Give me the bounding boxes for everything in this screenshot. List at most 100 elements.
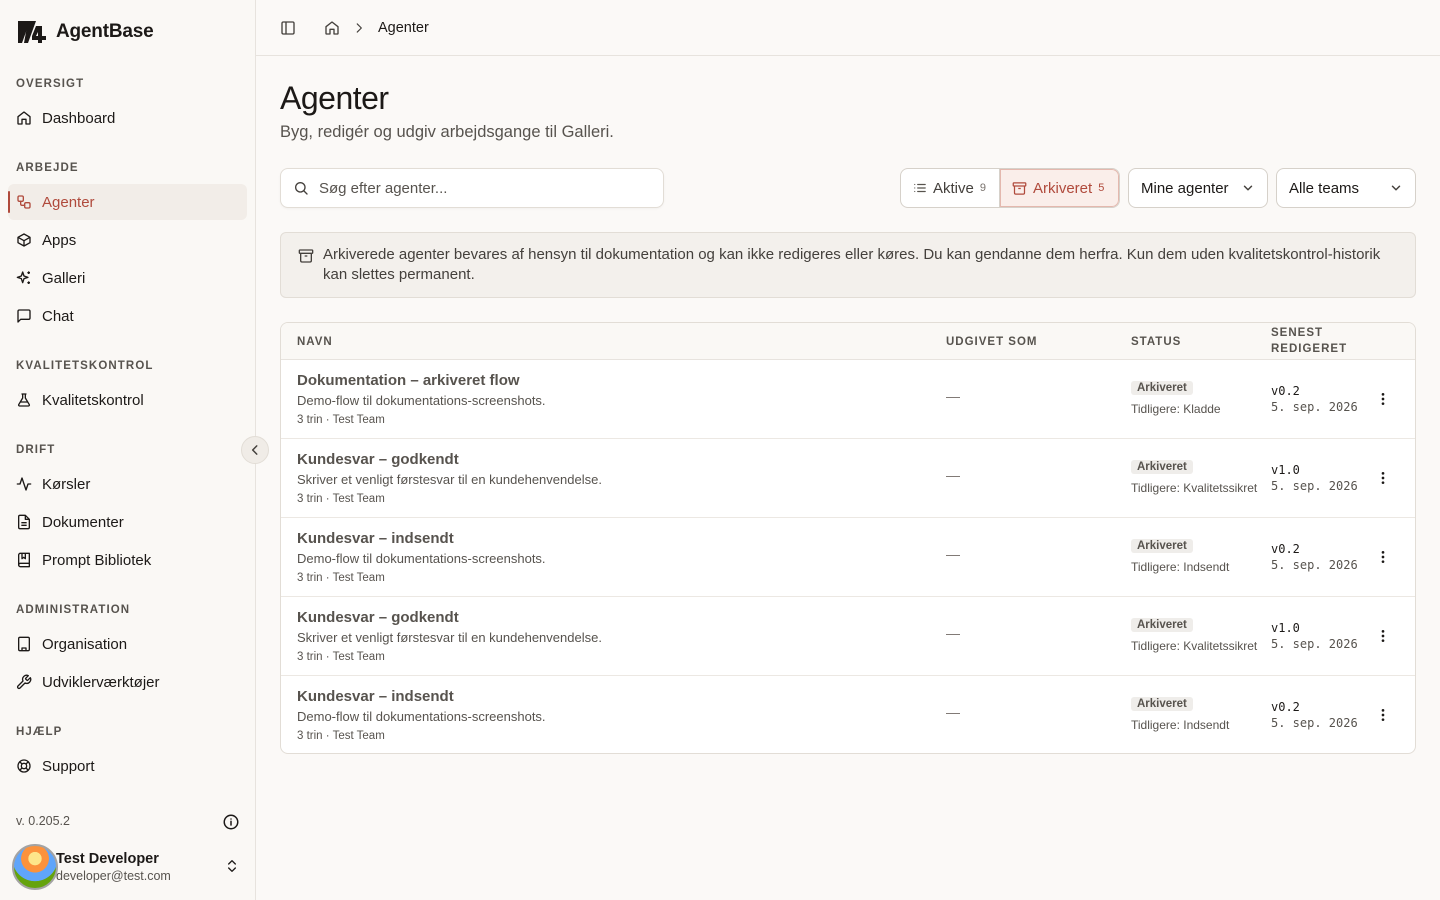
sidebar-item-label: Udviklerværktøjer <box>42 673 160 691</box>
sidebar-item-label: Prompt Bibliotek <box>42 551 152 569</box>
table-row[interactable]: Kundesvar – indsendt Demo-flow til dokum… <box>281 676 1415 753</box>
section-label-kvalitetskontrol: KVALITETSKONTROL <box>16 360 154 372</box>
table-row[interactable]: Kundesvar – godkendt Skriver et venligt … <box>281 439 1415 518</box>
agent-published-as: — <box>946 625 960 641</box>
agent-name[interactable]: Dokumentation – arkiveret flow <box>297 372 520 389</box>
sidebar-item-support[interactable]: Support <box>8 748 247 784</box>
sidebar-item-galleri[interactable]: Galleri <box>8 260 247 296</box>
sidebar-item-chat[interactable]: Chat <box>8 298 247 334</box>
agent-name[interactable]: Kundesvar – godkendt <box>297 451 459 468</box>
app-version: v. 0.205.2 <box>16 814 70 828</box>
filter-archived-count: 5 <box>1098 182 1105 194</box>
wrench-icon <box>16 674 32 690</box>
agent-version: v0.2 <box>1271 700 1300 714</box>
search-input[interactable] <box>319 179 639 197</box>
filter-active-button[interactable]: Aktive 9 <box>901 169 1000 207</box>
agentbase-logo-icon <box>18 21 46 43</box>
agents-table: NAVN UDGIVET SOM STATUS SENEST REDIGERET… <box>280 322 1416 754</box>
owner-select[interactable]: Mine agenter <box>1128 168 1268 208</box>
chevron-down-icon <box>1243 185 1253 191</box>
user-email: developer@test.com <box>56 869 171 883</box>
status-badge: Arkiveret <box>1131 381 1193 395</box>
agent-version: v1.0 <box>1271 463 1300 477</box>
sidebar-item-dashboard[interactable]: Dashboard <box>8 100 247 136</box>
brand[interactable]: AgentBase <box>16 18 154 46</box>
list-icon <box>914 183 926 193</box>
agent-edited-date: 5. sep. 2026 <box>1271 558 1358 572</box>
agent-edited-date: 5. sep. 2026 <box>1271 637 1358 651</box>
agent-edited-date: 5. sep. 2026 <box>1271 716 1358 730</box>
agent-edited-date: 5. sep. 2026 <box>1271 479 1358 493</box>
sparkles-icon <box>16 271 30 284</box>
collapse-sidebar-button[interactable] <box>241 436 269 464</box>
app-name: AgentBase <box>56 21 154 42</box>
workflow-icon <box>17 195 31 209</box>
agent-name[interactable]: Kundesvar – indsendt <box>297 688 454 705</box>
file-text-icon <box>18 514 30 530</box>
sidebar-item-apps[interactable]: Apps <box>8 222 247 258</box>
section-label-drift: DRIFT <box>16 444 56 456</box>
agent-name[interactable]: Kundesvar – godkendt <box>297 609 459 626</box>
section-label-administration: ADMINISTRATION <box>16 604 131 616</box>
agent-description: Demo-flow til dokumentations-screenshots… <box>297 393 546 408</box>
table-header: NAVN UDGIVET SOM STATUS SENEST REDIGERET <box>281 323 1415 360</box>
sidebar-item-korsler[interactable]: Kørsler <box>8 466 247 502</box>
more-vertical-icon[interactable] <box>1375 470 1391 486</box>
team-select-value: Alle teams <box>1289 179 1360 197</box>
agent-name[interactable]: Kundesvar – indsendt <box>297 530 454 547</box>
filter-active-count: 9 <box>979 182 986 194</box>
section-label-oversigt: OVERSIGT <box>16 78 85 90</box>
info-icon[interactable] <box>222 813 240 831</box>
sidebar: AgentBase OVERSIGT Dashboard ARBEJDE Age… <box>0 0 256 900</box>
sidebar-item-udviklervaerktojer[interactable]: Udviklerværktøjer <box>8 664 247 700</box>
chevrons-up-down-icon <box>228 860 236 872</box>
panel-left-icon[interactable] <box>280 20 296 36</box>
agent-version: v1.0 <box>1271 621 1300 635</box>
agent-edited-date: 5. sep. 2026 <box>1271 400 1358 414</box>
search-box[interactable] <box>280 168 664 208</box>
filter-active-label: Aktive <box>933 179 974 197</box>
agent-published-as: — <box>946 467 960 483</box>
sidebar-item-agenter[interactable]: Agenter <box>8 184 247 220</box>
sidebar-item-dokumenter[interactable]: Dokumenter <box>8 504 247 540</box>
sidebar-item-label: Dokumenter <box>42 513 124 531</box>
agent-meta: 3 trin · Test Team <box>297 730 385 742</box>
more-vertical-icon[interactable] <box>1375 628 1391 644</box>
user-menu[interactable]: Test Developer developer@test.com <box>12 842 244 892</box>
table-row[interactable]: Kundesvar – indsendt Demo-flow til dokum… <box>281 518 1415 597</box>
more-vertical-icon[interactable] <box>1375 549 1391 565</box>
sidebar-item-organisation[interactable]: Organisation <box>8 626 247 662</box>
sidebar-item-label: Kvalitetskontrol <box>42 391 144 409</box>
sidebar-item-label: Kørsler <box>42 475 91 493</box>
table-row[interactable]: Kundesvar – godkendt Skriver et venligt … <box>281 597 1415 676</box>
column-header-status: STATUS <box>1131 336 1182 348</box>
box-icon <box>17 233 31 247</box>
status-filter-toggle: Aktive 9 Arkiveret 5 <box>900 168 1120 208</box>
table-row[interactable]: Dokumentation – arkiveret flow Demo-flow… <box>281 360 1415 439</box>
agent-published-as: — <box>946 546 960 562</box>
section-label-arbejde: ARBEJDE <box>16 162 79 174</box>
status-badge: Arkiveret <box>1131 697 1193 711</box>
sidebar-item-prompt-bibliotek[interactable]: Prompt Bibliotek <box>8 542 247 578</box>
previous-status: Tidligere: Kladde <box>1131 402 1221 416</box>
team-select[interactable]: Alle teams <box>1276 168 1416 208</box>
previous-status: Tidligere: Kvalitetssikret <box>1131 639 1258 653</box>
archive-icon <box>298 249 314 263</box>
more-vertical-icon[interactable] <box>1375 707 1391 723</box>
activity-icon <box>16 477 32 491</box>
previous-status: Tidligere: Kvalitetssikret <box>1131 481 1258 495</box>
sidebar-item-kvalitetskontrol[interactable]: Kvalitetskontrol <box>8 382 247 418</box>
book-icon <box>18 552 30 568</box>
more-vertical-icon[interactable] <box>1375 391 1391 407</box>
agent-published-as: — <box>946 388 960 404</box>
sidebar-item-label: Apps <box>42 231 77 249</box>
filter-archived-button[interactable]: Arkiveret 5 <box>1000 169 1119 207</box>
agent-description: Skriver et venligt førstesvar til en kun… <box>297 630 602 645</box>
user-info: Test Developer developer@test.com <box>56 851 171 883</box>
avatar <box>12 844 58 890</box>
archive-icon <box>1012 181 1027 195</box>
agent-description: Skriver et venligt førstesvar til en kun… <box>297 472 602 487</box>
building-icon <box>18 636 30 652</box>
sidebar-item-label: Agenter <box>42 193 95 211</box>
breadcrumb-home-icon[interactable] <box>324 20 340 36</box>
